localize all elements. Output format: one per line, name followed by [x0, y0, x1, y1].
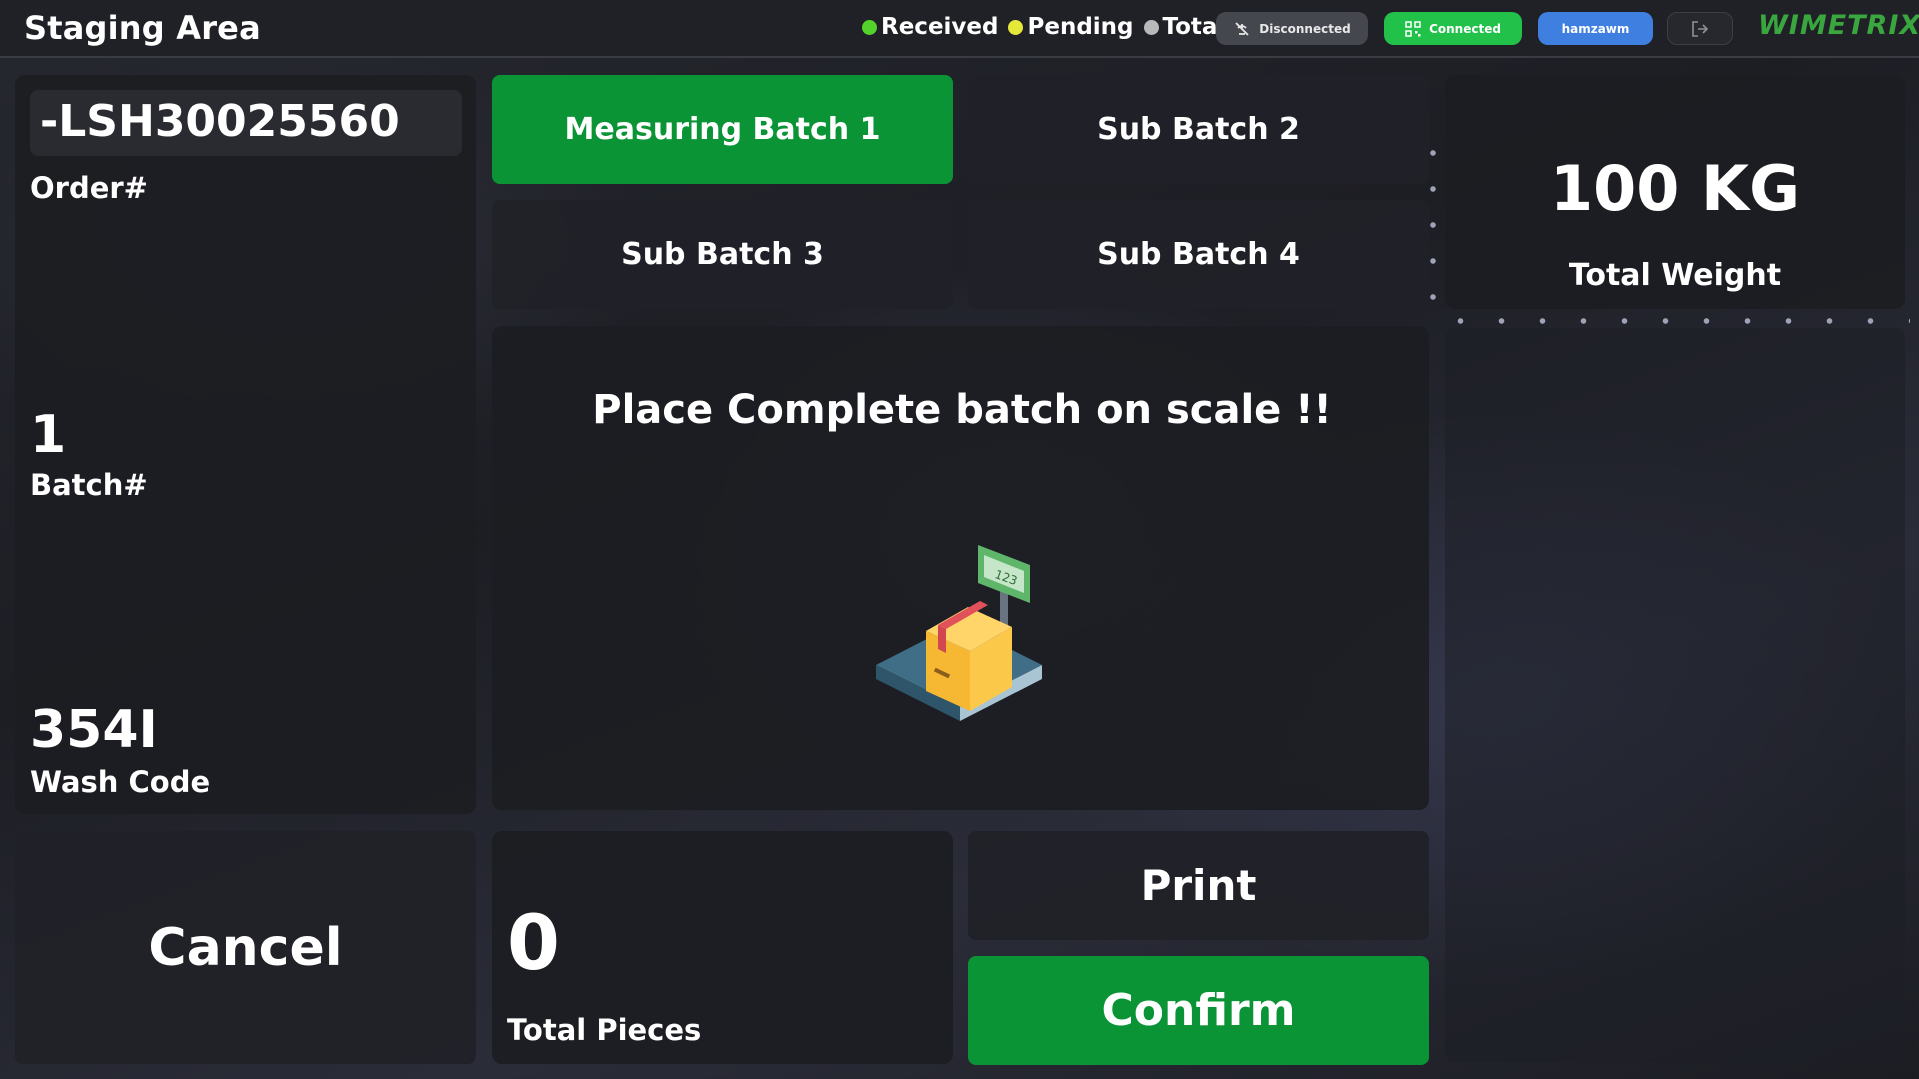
logout-button[interactable]: [1667, 12, 1733, 45]
side-info-panel: [1445, 328, 1905, 1062]
cancel-button[interactable]: Cancel: [15, 831, 476, 1064]
disconnected-status-button[interactable]: Disconnected: [1216, 12, 1368, 45]
legend-pending: Pending: [1008, 14, 1134, 40]
dotted-divider: [1440, 317, 1910, 325]
total-pieces-label: Total Pieces: [507, 1013, 702, 1047]
total-weight-label: Total Weight: [1568, 258, 1782, 293]
tab-measuring-batch-1[interactable]: Measuring Batch 1: [492, 75, 953, 184]
brand-logo: WIMETRIX: [1758, 10, 1919, 41]
received-dot-icon: [862, 19, 877, 35]
print-button[interactable]: Print: [968, 831, 1429, 940]
connected-label: Connected: [1429, 21, 1501, 36]
legend-received: Received: [862, 14, 998, 40]
scale-box-icon: 123: [876, 545, 1042, 721]
batch-label: Batch#: [30, 468, 148, 502]
tab-sub-batch-4[interactable]: Sub Batch 4: [968, 200, 1429, 309]
tab-sub-batch-2[interactable]: Sub Batch 2: [968, 75, 1429, 184]
legend-received-label: Received: [881, 14, 999, 40]
page-title: Staging Area: [24, 9, 261, 47]
total-pieces-value: 0: [507, 898, 560, 987]
tab-sub-batch-3[interactable]: Sub Batch 3: [492, 200, 953, 309]
qr-connected-icon: [1405, 20, 1421, 37]
dotted-vertical-divider: [1429, 135, 1437, 315]
disconnected-label: Disconnected: [1259, 21, 1351, 36]
pending-dot-icon: [1008, 19, 1024, 35]
status-legend: Received Pending Total: [862, 14, 1235, 40]
legend-pending-label: Pending: [1027, 14, 1134, 40]
top-bar: Staging Area Received Pending Total Disc…: [0, 0, 1919, 58]
order-number-value: -LSH30025560: [30, 90, 462, 156]
wash-code-label: Wash Code: [30, 765, 211, 799]
connected-status-button[interactable]: Connected: [1384, 12, 1522, 45]
order-label: Order#: [30, 171, 148, 205]
total-dot-icon: [1143, 19, 1159, 35]
wash-code-value: 354I: [30, 700, 158, 760]
logout-icon: [1692, 20, 1709, 37]
user-button[interactable]: hamzawm: [1538, 12, 1653, 45]
total-weight-value: 100 KG: [1550, 152, 1800, 225]
batch-number-value: 1: [30, 405, 67, 465]
scale-instruction-message: Place Complete batch on scale !!: [592, 387, 1332, 433]
user-label: hamzawm: [1561, 21, 1630, 36]
disconnected-icon: [1235, 21, 1249, 36]
legend-total: Total: [1143, 14, 1225, 40]
confirm-button[interactable]: Confirm: [968, 956, 1429, 1065]
